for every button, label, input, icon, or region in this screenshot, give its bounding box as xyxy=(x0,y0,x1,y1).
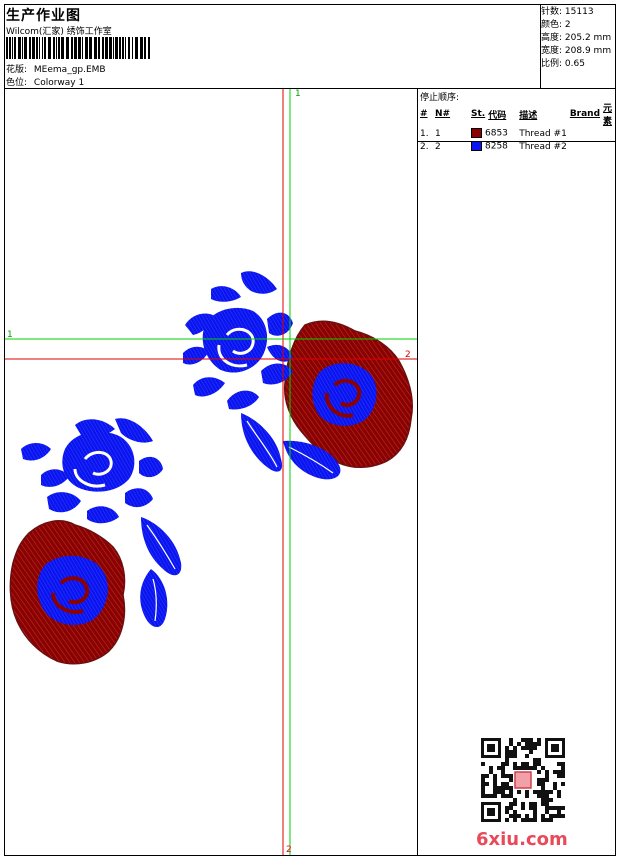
stat-colors: 颜色: 2 xyxy=(541,20,571,30)
leaves-left xyxy=(140,517,182,628)
green-horizontal-guide-label: 1 xyxy=(7,330,13,340)
qr-code xyxy=(481,738,565,822)
stats-panel: 针数: 15113 颜色: 2 高度: 205.2 mm 宽度: 208.9 m… xyxy=(541,6,611,71)
blue-rose-left xyxy=(21,418,163,524)
table-row: 1. 1 6853 Thread #1 xyxy=(420,128,567,139)
design-value: MEema_gp.EMB xyxy=(33,65,106,75)
panel-divider xyxy=(417,88,418,856)
table-row: 2. 2 8258 Thread #2 xyxy=(420,141,567,152)
colorway-line: 色位: Colorway 1 xyxy=(6,75,84,88)
green-vertical-guide-label: 1 xyxy=(295,89,301,99)
colorway-label: 色位: xyxy=(6,78,28,88)
thread-table-header: # N# St. 代码 描述 Brand 元素 xyxy=(420,104,613,127)
page-title: 生产作业图 xyxy=(6,8,81,24)
red-vertical-guide-label: 2 xyxy=(286,845,292,855)
barcode xyxy=(6,37,150,59)
studio-name: Wilcom(汇家) 绣饰工作室 xyxy=(6,27,112,37)
blue-rose-upper xyxy=(183,271,293,410)
design-label: 花版: xyxy=(6,65,28,75)
design-preview: 1 1 2 2 xyxy=(5,89,417,855)
thread-table: # N# St. 代码 描述 Brand 元素 1. 1 6853 Thread… xyxy=(420,101,620,153)
stat-height: 高度: 205.2 mm xyxy=(541,33,612,43)
design-line: 花版: MEema_gp.EMB xyxy=(6,62,106,75)
embroidery-artwork xyxy=(5,89,417,855)
red-horizontal-guide-label: 2 xyxy=(405,350,411,360)
watermark: 6xiu.com xyxy=(476,829,568,850)
red-rose-lower xyxy=(9,520,126,665)
thread-swatch-blue xyxy=(471,141,482,152)
stat-width: 宽度: 208.9 mm xyxy=(541,46,612,56)
stat-scale: 比例: 0.65 xyxy=(541,59,585,69)
thread-swatch-red xyxy=(471,128,482,139)
colorway-value: Colorway 1 xyxy=(33,78,85,88)
stat-stitches: 针数: 15113 xyxy=(541,7,594,17)
qr-logo-stamp xyxy=(514,771,532,789)
